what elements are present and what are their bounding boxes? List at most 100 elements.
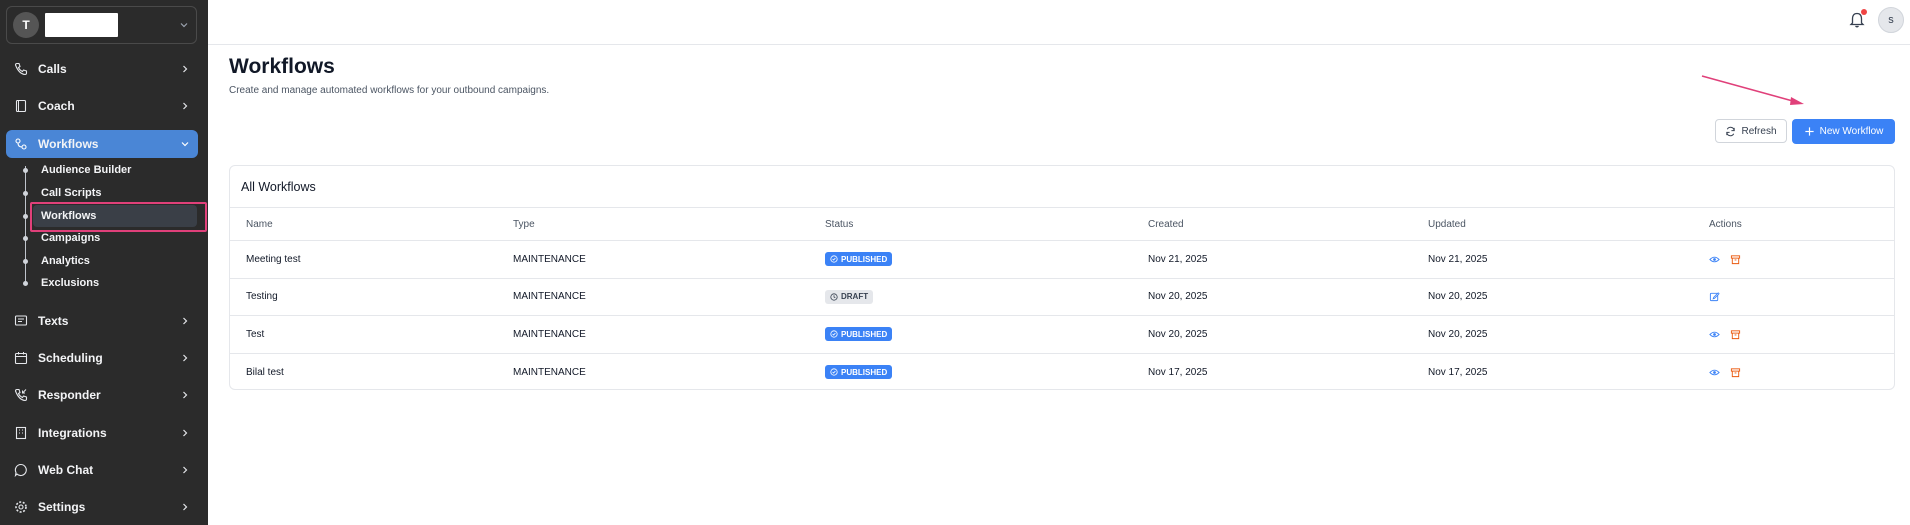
chevron-right-icon	[183, 317, 188, 325]
archive-icon[interactable]	[1730, 367, 1741, 378]
user-avatar[interactable]: s	[1878, 7, 1904, 33]
chevron-down-icon	[180, 23, 188, 28]
eye-icon[interactable]	[1709, 367, 1720, 378]
sidebar-item-responder[interactable]: Responder	[6, 381, 198, 409]
workflow-type: MAINTENANCE	[513, 328, 586, 340]
status-cell: DRAFT	[825, 279, 874, 316]
chevron-right-icon	[183, 391, 188, 399]
eye-icon[interactable]	[1709, 329, 1720, 340]
actions-cell	[1709, 316, 1751, 353]
notification-dot	[1861, 9, 1867, 15]
status-cell: PUBLISHED	[825, 316, 893, 353]
updated-date: Nov 20, 2025	[1428, 328, 1488, 340]
created-date: Nov 20, 2025	[1148, 291, 1208, 303]
table-row[interactable]: Test MAINTENANCE PUBLISHED Nov 20, 2025 …	[230, 316, 1894, 354]
submenu-item-audience-builder[interactable]: Audience Builder	[41, 160, 196, 180]
table-row[interactable]: Testing MAINTENANCE DRAFT Nov 20, 2025 N…	[230, 279, 1894, 316]
gear-icon	[15, 501, 27, 513]
archive-icon[interactable]	[1730, 329, 1741, 340]
column-header-name: Name	[246, 218, 273, 230]
card-title: All Workflows	[230, 166, 1894, 208]
status-label: PUBLISHED	[841, 367, 888, 377]
status-badge: PUBLISHED	[825, 365, 893, 380]
sidebar-item-texts[interactable]: Texts	[6, 307, 198, 335]
sidebar-item-calls[interactable]: Calls	[6, 55, 198, 83]
page-subtitle: Create and manage automated workflows fo…	[229, 85, 550, 96]
table-header: Name Type Status Created Updated Actions	[230, 208, 1894, 241]
column-header-status: Status	[825, 218, 854, 230]
status-badge: DRAFT	[825, 289, 874, 304]
submenu-dot	[23, 168, 28, 173]
sidebar-item-scheduling[interactable]: Scheduling	[6, 344, 198, 372]
sidebar: T Calls Coach Workflows Audience Builder…	[0, 0, 208, 525]
workspace-name	[45, 13, 118, 37]
submenu-item-exclusions[interactable]: Exclusions	[41, 273, 196, 293]
submenu-item-analytics[interactable]: Analytics	[41, 251, 196, 271]
table-row[interactable]: Bilal test MAINTENANCE PUBLISHED Nov 17,…	[230, 354, 1894, 390]
sidebar-item-label: Calls	[38, 62, 67, 76]
page-title: Workflows	[229, 55, 335, 78]
status-label: PUBLISHED	[841, 329, 888, 339]
submenu-dot	[23, 236, 28, 241]
submenu-dot	[23, 259, 28, 264]
submenu-dot	[23, 191, 28, 196]
sidebar-item-coach[interactable]: Coach	[6, 92, 198, 120]
refresh-button[interactable]: Refresh	[1715, 119, 1787, 143]
submenu-item-call-scripts[interactable]: Call Scripts	[41, 183, 196, 203]
new-workflow-label: New Workflow	[1819, 126, 1884, 137]
sidebar-item-label: Texts	[38, 314, 69, 328]
submenu-dot	[23, 214, 28, 219]
column-header-actions: Actions	[1709, 218, 1742, 230]
chat-bubble-icon	[14, 463, 27, 477]
workspace-avatar: T	[13, 12, 39, 38]
refresh-icon	[1726, 126, 1736, 136]
chevron-right-icon	[183, 354, 188, 362]
workflow-name: Meeting test	[246, 253, 301, 265]
workflow-type: MAINTENANCE	[513, 291, 586, 303]
status-label: DRAFT	[841, 292, 869, 302]
edit-icon[interactable]	[1709, 291, 1720, 302]
actions-cell	[1709, 241, 1751, 278]
updated-date: Nov 17, 2025	[1428, 366, 1488, 378]
highlight-box	[30, 202, 207, 232]
chevron-right-icon	[183, 503, 188, 511]
check-circle-icon	[830, 255, 838, 263]
created-date: Nov 17, 2025	[1148, 366, 1208, 378]
sidebar-item-settings[interactable]: Settings	[6, 493, 198, 521]
status-badge: PUBLISHED	[825, 327, 893, 342]
status-badge: PUBLISHED	[825, 252, 893, 267]
updated-date: Nov 20, 2025	[1428, 291, 1488, 303]
annotation-arrow	[1701, 75, 1804, 105]
message-icon	[14, 315, 28, 326]
sidebar-item-label: Responder	[38, 388, 101, 402]
archive-icon[interactable]	[1730, 254, 1741, 265]
clock-icon	[830, 293, 838, 301]
sidebar-item-label: Workflows	[38, 137, 99, 151]
sidebar-item-workflows[interactable]: Workflows	[6, 130, 198, 158]
chevron-down-icon	[181, 142, 189, 147]
workflow-type: MAINTENANCE	[513, 366, 586, 378]
refresh-label: Refresh	[1741, 125, 1777, 137]
calendar-icon	[14, 352, 28, 365]
column-header-type: Type	[513, 218, 535, 230]
sidebar-item-integrations[interactable]: Integrations	[6, 419, 198, 447]
sidebar-item-label: Coach	[38, 99, 75, 113]
sidebar-item-label: Integrations	[38, 426, 107, 440]
table-row[interactable]: Meeting test MAINTENANCE PUBLISHED Nov 2…	[230, 241, 1894, 279]
building-icon	[15, 426, 27, 440]
eye-icon[interactable]	[1709, 254, 1720, 265]
actions-cell	[1709, 354, 1751, 390]
new-workflow-button[interactable]: New Workflow	[1792, 119, 1895, 144]
chevron-right-icon	[183, 102, 188, 110]
book-icon	[15, 99, 27, 113]
status-label: PUBLISHED	[841, 254, 888, 264]
sidebar-item-web-chat[interactable]: Web Chat	[6, 456, 198, 484]
check-circle-icon	[830, 330, 838, 338]
workflow-name: Test	[246, 328, 265, 340]
phone-incoming-icon	[14, 388, 28, 402]
workflow-icon	[15, 138, 27, 150]
submenu-dot	[23, 281, 28, 286]
created-date: Nov 20, 2025	[1148, 328, 1208, 340]
workspace-switcher[interactable]: T	[6, 6, 197, 44]
phone-icon	[14, 62, 28, 76]
